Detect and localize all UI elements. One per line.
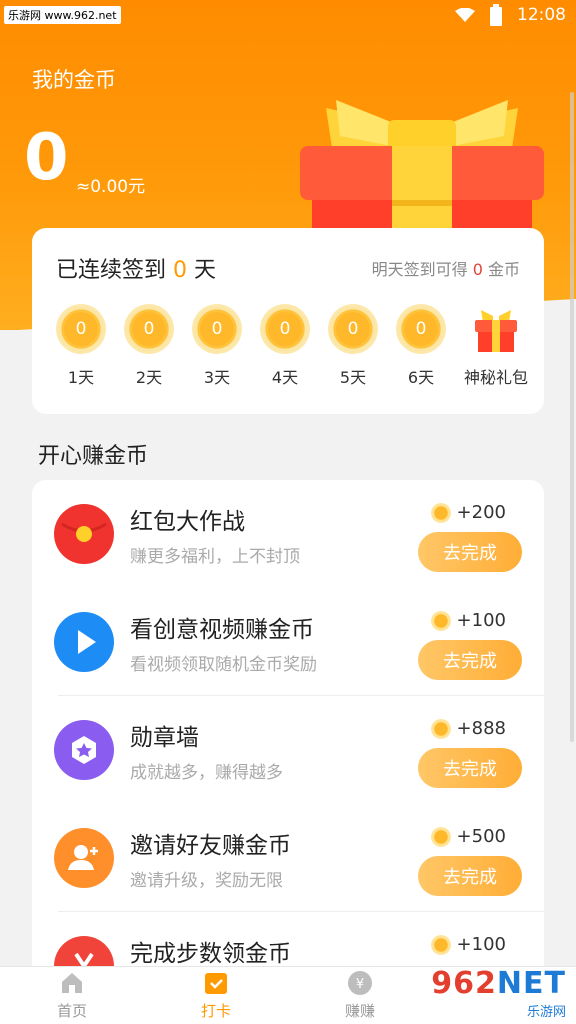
checkin-mystery-gift[interactable]: 神秘礼包 <box>456 304 536 388</box>
coin-icon: 0 <box>260 304 310 354</box>
checkin-day-6[interactable]: 0 6天 <box>388 304 454 388</box>
site-badge: 乐游网 www.962.net <box>4 6 121 24</box>
checkin-day-2[interactable]: 0 2天 <box>116 304 182 388</box>
task-desc: 赚更多福利，上不封顶 <box>130 547 300 567</box>
task-row-invite: 邀请好友赚金币 邀请升级，奖励无限 +500 去完成 <box>32 804 544 912</box>
nav-checkin[interactable]: 打卡 <box>144 967 288 1024</box>
task-desc: 成就越多，赚得越多 <box>130 763 283 783</box>
task-list: 红包大作战 赚更多福利，上不封顶 +200 去完成 看创意视频赚金币 看视频领取… <box>32 480 544 980</box>
coin-icon <box>430 502 451 523</box>
earn-icon: ¥ <box>348 971 372 995</box>
task-row-red-envelope: 红包大作战 赚更多福利，上不封顶 +200 去完成 <box>32 480 544 588</box>
task-reward: +888 <box>430 718 506 739</box>
nav-earn[interactable]: ¥ 赚赚 <box>288 967 432 1024</box>
task-desc: 看视频领取随机金币奖励 <box>130 655 317 675</box>
checkin-day-1[interactable]: 0 1天 <box>48 304 114 388</box>
red-envelope-icon <box>54 504 114 564</box>
task-row-medal: 勋章墙 成就越多，赚得越多 +888 去完成 <box>32 696 544 804</box>
checkin-day-5[interactable]: 0 5天 <box>320 304 386 388</box>
status-bar: 乐游网 www.962.net 12:08 <box>0 0 576 30</box>
coin-icon <box>430 718 451 739</box>
play-icon <box>54 612 114 672</box>
task-reward: +200 <box>430 502 506 523</box>
tomorrow-reward: 明天签到可得 0 金币 <box>371 260 520 279</box>
battery-icon <box>490 4 502 26</box>
task-name: 红包大作战 <box>130 509 245 535</box>
coin-icon: 0 <box>328 304 378 354</box>
checkin-card: 已连续签到 0 天 明天签到可得 0 金币 0 1天 0 2天 0 3天 0 4… <box>32 228 544 414</box>
coin-icon <box>430 610 451 631</box>
checkin-days-row: 0 1天 0 2天 0 3天 0 4天 0 5天 0 6天 神秘礼包 <box>48 304 536 388</box>
coin-icon: 0 <box>192 304 242 354</box>
checkin-streak: 已连续签到 0 天 <box>56 258 217 283</box>
checkin-day-3[interactable]: 0 3天 <box>184 304 250 388</box>
complete-button[interactable]: 去完成 <box>418 640 522 680</box>
coin-icon <box>430 826 451 847</box>
task-name: 完成步数领金币 <box>130 941 291 967</box>
coin-yuan-value: ≈0.00元 <box>76 177 146 197</box>
task-reward: +100 <box>430 610 506 631</box>
gift-icon <box>475 310 517 352</box>
watermark: 962NET 乐游网 <box>431 965 566 1020</box>
coin-icon: 0 <box>396 304 446 354</box>
home-icon <box>62 973 82 993</box>
task-reward: +500 <box>430 826 506 847</box>
task-name: 邀请好友赚金币 <box>130 833 291 859</box>
invite-icon <box>54 828 114 888</box>
wifi-icon <box>455 8 475 22</box>
gift-box-icon <box>300 100 544 236</box>
coin-balance: 0 <box>24 121 69 195</box>
page-title: 我的金币 <box>32 68 116 92</box>
clock: 12:08 <box>517 5 566 25</box>
checkin-day-4[interactable]: 0 4天 <box>252 304 318 388</box>
checkin-icon <box>205 973 227 994</box>
coin-icon: 0 <box>56 304 106 354</box>
scrollbar[interactable] <box>570 92 574 742</box>
streak-days: 0 <box>173 258 188 283</box>
complete-button[interactable]: 去完成 <box>418 856 522 896</box>
section-title: 开心赚金币 <box>38 444 149 469</box>
svg-text:¥: ¥ <box>356 977 364 992</box>
complete-button[interactable]: 去完成 <box>418 748 522 788</box>
task-desc: 邀请升级，奖励无限 <box>130 871 283 891</box>
medal-icon <box>54 720 114 780</box>
nav-home[interactable]: 首页 <box>0 967 144 1024</box>
coin-icon <box>430 934 451 955</box>
task-name: 看创意视频赚金币 <box>130 617 314 643</box>
task-reward: +100 <box>430 934 506 955</box>
complete-button[interactable]: 去完成 <box>418 532 522 572</box>
task-name: 勋章墙 <box>130 725 199 751</box>
coin-icon: 0 <box>124 304 174 354</box>
task-row-video: 看创意视频赚金币 看视频领取随机金币奖励 +100 去完成 <box>32 588 544 696</box>
